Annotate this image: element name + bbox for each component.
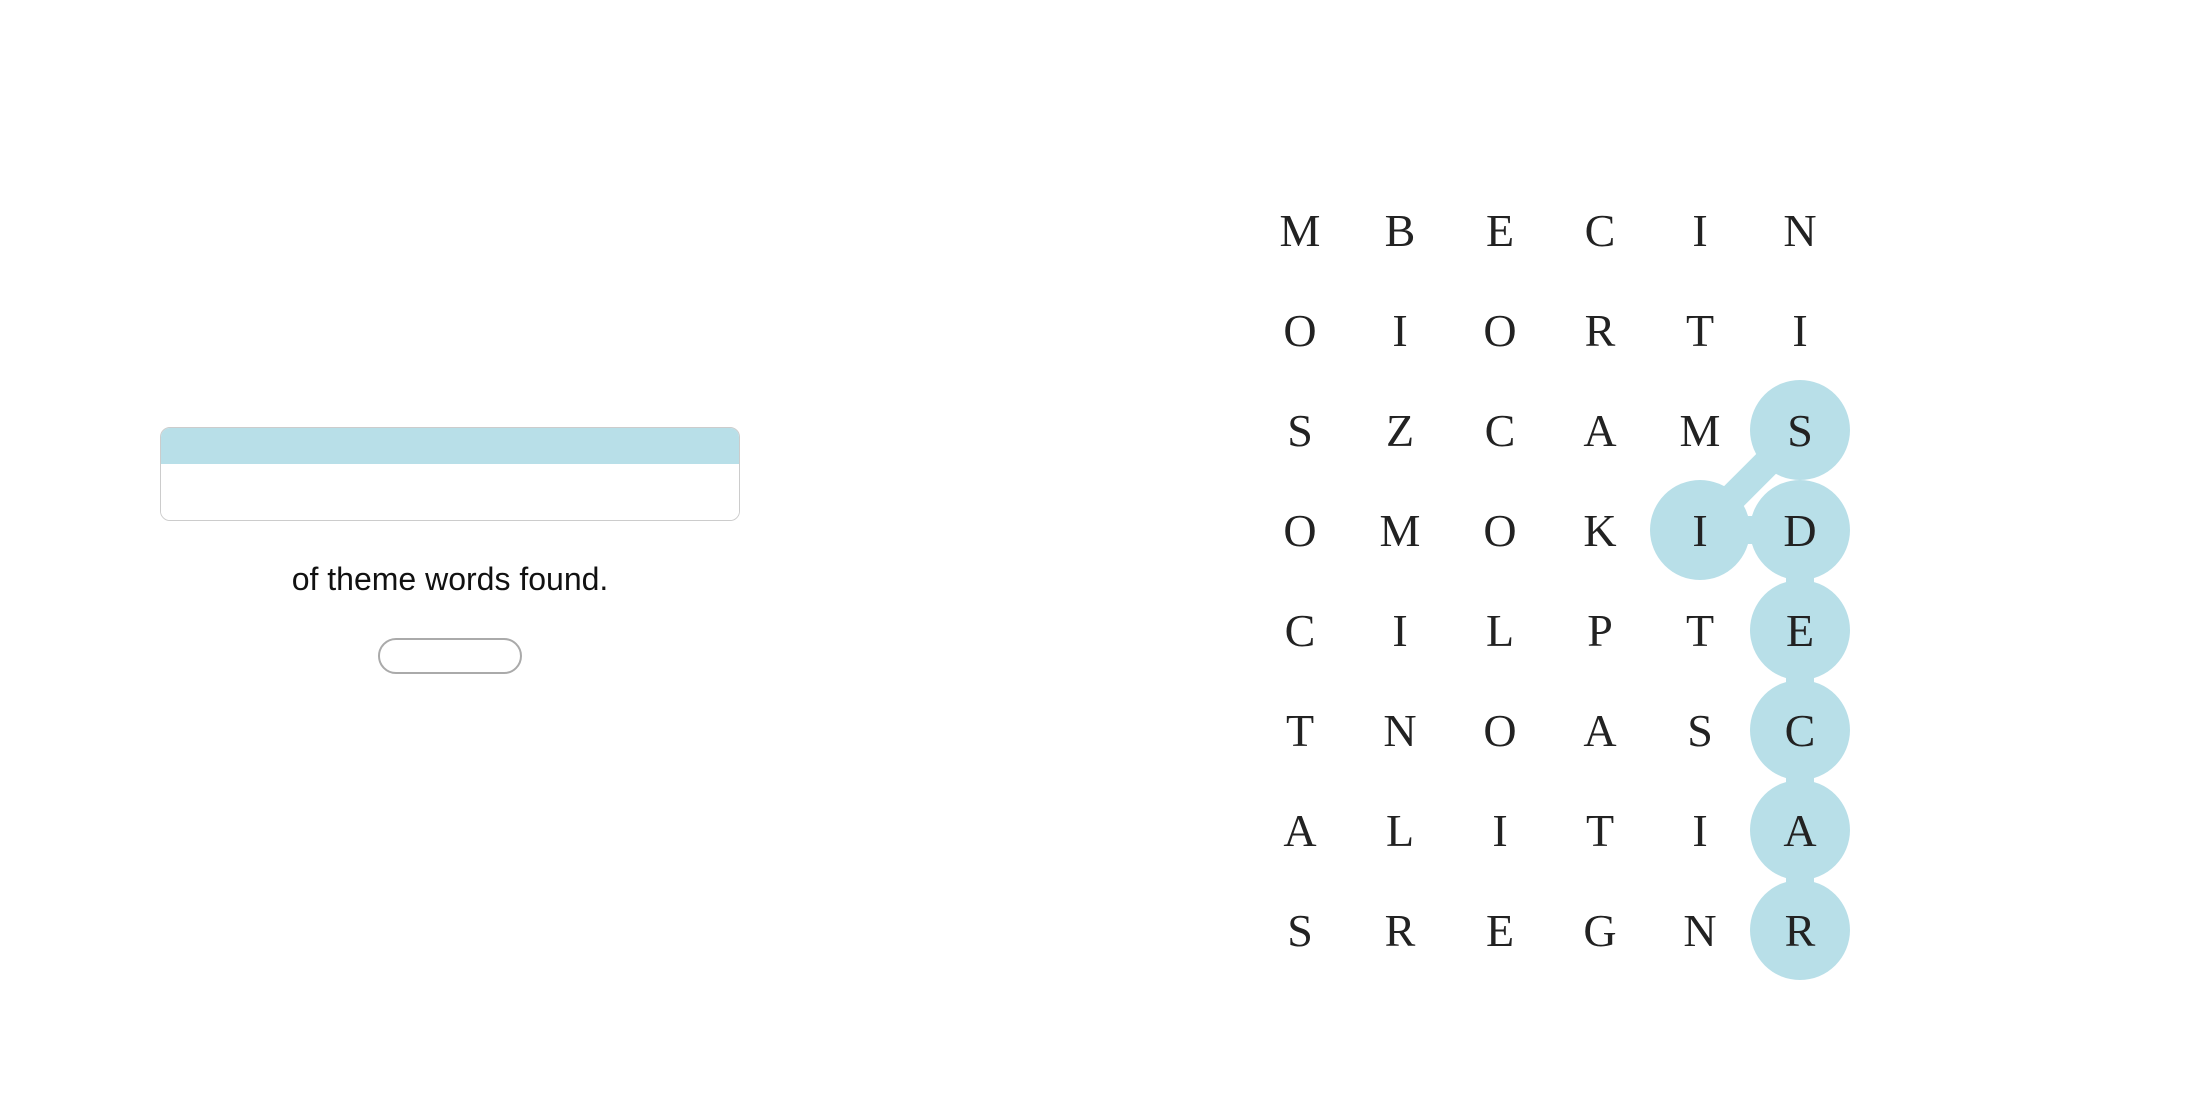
hint-button[interactable] <box>378 638 522 674</box>
letter-grid: MBECINOIORTISZCAMSOMOKIDCILPTETNOASCALIT… <box>1250 180 1850 980</box>
app-container: of theme words found. M <box>0 0 2200 1100</box>
cell-4-3[interactable]: P <box>1550 580 1650 680</box>
cell-3-1[interactable]: M <box>1350 480 1450 580</box>
cell-1-4[interactable]: T <box>1650 280 1750 380</box>
cell-7-2[interactable]: E <box>1450 880 1550 980</box>
cell-7-3[interactable]: G <box>1550 880 1650 980</box>
cell-7-1[interactable]: R <box>1350 880 1450 980</box>
cell-5-3[interactable]: A <box>1550 680 1650 780</box>
cell-1-2[interactable]: O <box>1450 280 1550 380</box>
left-panel: of theme words found. <box>0 0 900 1100</box>
cell-1-0[interactable]: O <box>1250 280 1350 380</box>
cell-1-3[interactable]: R <box>1550 280 1650 380</box>
theme-value <box>161 464 739 520</box>
cell-4-4[interactable]: T <box>1650 580 1750 680</box>
cell-6-3[interactable]: T <box>1550 780 1650 880</box>
cell-4-2[interactable]: L <box>1450 580 1550 680</box>
cell-0-4[interactable]: I <box>1650 180 1750 280</box>
cell-0-2[interactable]: E <box>1450 180 1550 280</box>
cell-5-4[interactable]: S <box>1650 680 1750 780</box>
cell-7-4[interactable]: N <box>1650 880 1750 980</box>
right-panel: MBECINOIORTISZCAMSOMOKIDCILPTETNOASCALIT… <box>900 0 2200 1100</box>
cell-7-0[interactable]: S <box>1250 880 1350 980</box>
cell-6-0[interactable]: A <box>1250 780 1350 880</box>
cell-0-1[interactable]: B <box>1350 180 1450 280</box>
cell-2-1[interactable]: Z <box>1350 380 1450 480</box>
grid-wrapper: MBECINOIORTISZCAMSOMOKIDCILPTETNOASCALIT… <box>1250 180 1850 980</box>
cell-6-4[interactable]: I <box>1650 780 1750 880</box>
cell-0-3[interactable]: C <box>1550 180 1650 280</box>
cell-2-4[interactable]: M <box>1650 380 1750 480</box>
cell-3-5[interactable]: D <box>1750 480 1850 580</box>
cell-4-0[interactable]: C <box>1250 580 1350 680</box>
cell-3-2[interactable]: O <box>1450 480 1550 580</box>
cell-2-2[interactable]: C <box>1450 380 1550 480</box>
found-text: of theme words found. <box>292 561 609 598</box>
cell-3-4[interactable]: I <box>1650 480 1750 580</box>
found-text-suffix: theme words found. <box>327 561 608 597</box>
cell-5-0[interactable]: T <box>1250 680 1350 780</box>
theme-header <box>161 428 739 464</box>
cell-5-2[interactable]: O <box>1450 680 1550 780</box>
cell-3-0[interactable]: O <box>1250 480 1350 580</box>
cell-5-1[interactable]: N <box>1350 680 1450 780</box>
theme-card <box>160 427 740 521</box>
cell-1-5[interactable]: I <box>1750 280 1850 380</box>
cell-2-3[interactable]: A <box>1550 380 1650 480</box>
cell-2-0[interactable]: S <box>1250 380 1350 480</box>
cell-6-1[interactable]: L <box>1350 780 1450 880</box>
cell-0-0[interactable]: M <box>1250 180 1350 280</box>
cell-0-5[interactable]: N <box>1750 180 1850 280</box>
cell-7-5[interactable]: R <box>1750 880 1850 980</box>
cell-2-5[interactable]: S <box>1750 380 1850 480</box>
cell-6-2[interactable]: I <box>1450 780 1550 880</box>
cell-1-1[interactable]: I <box>1350 280 1450 380</box>
cell-5-5[interactable]: C <box>1750 680 1850 780</box>
cell-4-1[interactable]: I <box>1350 580 1450 680</box>
cell-6-5[interactable]: A <box>1750 780 1850 880</box>
cell-4-5[interactable]: E <box>1750 580 1850 680</box>
found-text-of: of <box>292 561 328 597</box>
cell-3-3[interactable]: K <box>1550 480 1650 580</box>
